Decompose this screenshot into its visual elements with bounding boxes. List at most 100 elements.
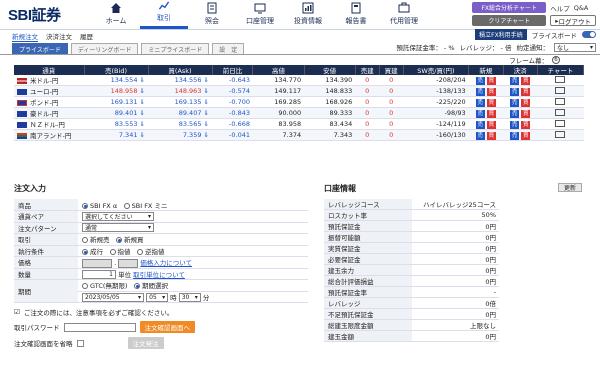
settle-sell-button[interactable]: 売 — [510, 98, 520, 107]
nav-trade[interactable]: 取引 — [140, 0, 188, 29]
new-sell-button[interactable]: 売 — [475, 109, 485, 118]
new-buy-button[interactable]: 買 — [486, 98, 496, 107]
notify-select[interactable]: なし ▾ — [554, 42, 596, 52]
pattern-row: 注文パターン 通常 ▾ — [14, 222, 308, 234]
account-row-value: - — [412, 286, 499, 299]
chart-icon[interactable] — [555, 119, 566, 127]
password-input[interactable] — [63, 322, 136, 332]
table-row: 南アランド-円 7.341 ⇓ 7.359 ⇓ -0.041 7.374 7.3… — [14, 129, 584, 142]
ask-price[interactable]: 169.135 ⇓ — [148, 96, 212, 109]
qty-input[interactable]: 1 — [82, 270, 116, 279]
qty-help-link[interactable]: 取引単位について — [133, 271, 185, 279]
price-input-dec[interactable] — [118, 258, 139, 268]
fx-chart-button[interactable]: FX総合分析チャート — [472, 2, 547, 13]
settle-sell-button[interactable]: 売 — [510, 109, 520, 118]
new-sell-button[interactable]: 売 — [475, 131, 485, 140]
tab-settings[interactable]: 設 定 — [212, 43, 245, 54]
period-select-radio[interactable] — [134, 283, 141, 290]
nav-account[interactable]: 口座管理 — [236, 0, 284, 29]
chart-icon[interactable] — [555, 86, 566, 94]
bid-price[interactable]: 89.401 ⇓ — [84, 107, 148, 120]
settle-buy-button[interactable]: 買 — [521, 76, 531, 85]
clear-chart-button[interactable]: クリアチャート — [472, 15, 547, 26]
new-buy-button[interactable]: 買 — [486, 109, 496, 118]
minute-select[interactable]: 30 ▾ — [178, 293, 201, 302]
ask-price[interactable]: 83.565 ⇓ — [148, 118, 212, 131]
limit-radio[interactable] — [109, 248, 116, 255]
new-sell-button[interactable]: 売 — [475, 98, 485, 107]
hour-unit: 時 — [170, 293, 177, 302]
new-sell-radio[interactable] — [82, 237, 88, 244]
settle-sell-button[interactable]: 売 — [510, 120, 520, 129]
sbi-logo[interactable]: SBI証券 — [0, 0, 92, 29]
nav-collateral[interactable]: 代用管理 — [380, 0, 428, 29]
tsumitate-fx-button[interactable]: 積立FX利用手続 — [475, 29, 527, 40]
logout-button[interactable]: ▸ ログアウト — [550, 15, 596, 26]
subnav-settle-order[interactable]: 決済注文 — [46, 31, 72, 41]
bid-price[interactable]: 83.553 ⇓ — [84, 118, 148, 131]
skip-checkbox[interactable] — [76, 339, 84, 347]
date-select[interactable]: 2023/05/05 ▾ — [82, 293, 144, 302]
nav-info[interactable]: 投資情報 — [284, 0, 332, 29]
tab-dealingboard[interactable]: ディーリングボード — [70, 43, 139, 54]
qa-link[interactable]: Q&A — [574, 4, 589, 12]
order-confirm-button[interactable]: 注文確認画面へ — [139, 321, 195, 333]
tab-mini-priceboard[interactable]: ミニプライスボード — [141, 43, 210, 54]
bid-price[interactable]: 169.131 ⇓ — [84, 96, 148, 109]
help-link[interactable]: ヘルプ — [550, 3, 570, 13]
chart-icon[interactable] — [555, 97, 566, 105]
new-buy-button[interactable]: 買 — [486, 87, 496, 96]
ask-price[interactable]: 134.556 ⇓ — [148, 75, 212, 87]
settle-buy-button[interactable]: 買 — [521, 120, 531, 129]
product-radio-mini[interactable] — [123, 202, 130, 209]
ask-price[interactable]: 89.407 ⇓ — [148, 107, 212, 120]
refresh-button[interactable]: 更新 — [558, 183, 583, 192]
price-help-link[interactable]: 価格入力について — [140, 259, 192, 267]
order-submit-button[interactable]: 注文発注 — [127, 337, 164, 349]
settle-buy-button[interactable]: 買 — [521, 98, 531, 107]
market-radio[interactable] — [82, 248, 88, 255]
swap-value: -98/93 — [403, 107, 469, 120]
new-sell-button[interactable]: 売 — [475, 120, 485, 129]
pattern-select[interactable]: 通常 ▾ — [82, 223, 154, 233]
new-sell-button[interactable]: 売 — [475, 76, 485, 85]
down-arrow-icon: ⇓ — [203, 120, 209, 129]
bid-price[interactable]: 148.958 ⇓ — [84, 85, 148, 98]
period-option-label: GTC(無期限) — [90, 282, 128, 291]
product-radio-alpha[interactable] — [82, 202, 88, 209]
nav-label: 取引 — [157, 14, 171, 22]
new-buy-button[interactable]: 買 — [486, 120, 496, 129]
ask-price[interactable]: 148.963 ⇓ — [148, 85, 212, 98]
nav-home[interactable]: ホーム — [92, 0, 140, 29]
new-sell-button[interactable]: 売 — [475, 87, 485, 96]
settle-sell-button[interactable]: 売 — [510, 76, 520, 85]
stop-radio[interactable] — [137, 248, 143, 255]
gtc-radio[interactable] — [82, 283, 88, 290]
qty-label: 数量 — [14, 268, 78, 280]
hour-select[interactable]: 05 ▾ — [146, 293, 169, 302]
chart-icon[interactable] — [555, 130, 566, 138]
ask-price[interactable]: 7.359 ⇓ — [148, 129, 212, 142]
new-buy-button[interactable]: 買 — [486, 131, 496, 140]
pair-select[interactable]: 選択してください ▾ — [82, 211, 154, 221]
new-buy-radio[interactable] — [116, 237, 122, 244]
subnav-new-order[interactable]: 新規注文 — [12, 31, 38, 42]
new-buy-button[interactable]: 買 — [486, 76, 496, 85]
priceboard-toggle[interactable] — [582, 31, 596, 38]
bid-price[interactable]: 7.341 ⇓ — [84, 129, 148, 142]
nav-report[interactable]: 報告書 — [332, 0, 380, 29]
chart-icon[interactable] — [555, 108, 566, 116]
low-value: 148.833 — [304, 85, 356, 98]
settle-buy-button[interactable]: 買 — [521, 131, 531, 140]
subnav-history[interactable]: 履歴 — [80, 31, 93, 41]
nav-inquiry[interactable]: 照会 — [188, 0, 236, 29]
frame-count[interactable]: 6 — [552, 56, 560, 64]
settle-buy-button[interactable]: 買 — [521, 87, 531, 96]
tab-priceboard[interactable]: プライスボード — [12, 43, 68, 54]
settle-buy-button[interactable]: 買 — [521, 109, 531, 118]
price-input-int[interactable] — [82, 258, 112, 268]
settle-sell-button[interactable]: 売 — [510, 87, 520, 96]
chart-icon[interactable] — [555, 75, 566, 83]
bid-price[interactable]: 134.554 ⇓ — [84, 75, 148, 87]
settle-sell-button[interactable]: 売 — [510, 131, 520, 140]
